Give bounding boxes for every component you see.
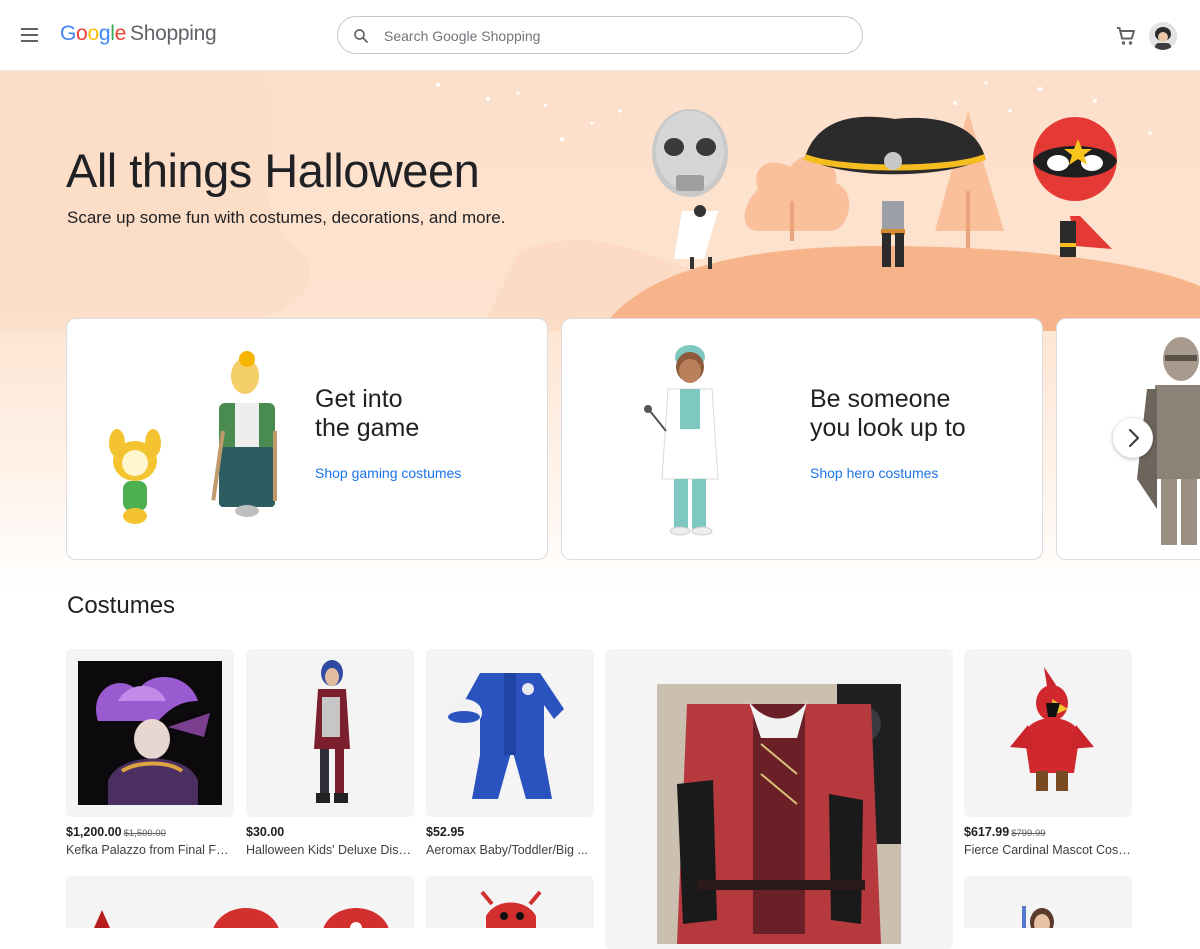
product-title[interactable]: Aeromax Baby/Toddler/Big ... bbox=[426, 843, 594, 857]
product-title[interactable]: Fierce Cardinal Mascot Cost... bbox=[964, 843, 1132, 857]
shop-hero-costumes-link[interactable]: Shop hero costumes bbox=[810, 465, 938, 481]
search-box[interactable] bbox=[337, 16, 863, 54]
chevron-right-icon bbox=[1128, 428, 1140, 448]
search-input[interactable] bbox=[384, 25, 844, 47]
kefka-costume-photo bbox=[78, 661, 222, 805]
product-image[interactable] bbox=[246, 649, 414, 817]
product-image[interactable] bbox=[66, 649, 234, 817]
carousel-next-button[interactable] bbox=[1113, 418, 1153, 458]
gaming-costume-image bbox=[109, 351, 277, 524]
hero-subtitle: Scare up some fun with costumes, decorat… bbox=[67, 208, 506, 227]
product-image[interactable] bbox=[66, 876, 414, 928]
red-creature-photo bbox=[480, 890, 542, 928]
descendants-costume-photo bbox=[314, 660, 350, 803]
account-avatar[interactable] bbox=[1149, 22, 1177, 50]
red-mascot-photo bbox=[94, 908, 389, 928]
product-title[interactable]: Kefka Palazzo from Final Fan... bbox=[66, 843, 234, 857]
category-card-hero[interactable]: Be someone you look up to Shop hero cost… bbox=[561, 318, 1043, 560]
category-card-gaming[interactable]: Get into the game Shop gaming costumes bbox=[66, 318, 548, 560]
product-image-large[interactable] bbox=[605, 649, 953, 949]
dva-costume-photo bbox=[1022, 906, 1054, 928]
red-coat-costume-photo bbox=[657, 684, 901, 944]
category-title: Be someone you look up to bbox=[810, 385, 966, 442]
product-image[interactable] bbox=[426, 649, 594, 817]
product-image[interactable] bbox=[964, 649, 1132, 817]
product-image[interactable] bbox=[964, 876, 1132, 928]
avatar-image bbox=[1149, 22, 1177, 50]
product-price: $30.00 bbox=[246, 825, 285, 839]
google-shopping-logo[interactable]: Google Shopping bbox=[60, 22, 217, 46]
menu-icon[interactable] bbox=[18, 24, 42, 48]
product-image[interactable] bbox=[426, 876, 594, 928]
top-bar: Google Shopping bbox=[0, 0, 1200, 71]
search-icon[interactable] bbox=[352, 27, 370, 45]
hero-costume-image bbox=[644, 345, 719, 536]
product-price: $1,200.00 $1,500.00 bbox=[66, 825, 166, 839]
halloween-illustration bbox=[0, 71, 1200, 331]
shop-gaming-costumes-link[interactable]: Shop gaming costumes bbox=[315, 465, 461, 481]
product-title[interactable]: Halloween Kids' Deluxe Disn... bbox=[246, 843, 414, 857]
product-price: $52.95 bbox=[426, 825, 465, 839]
shopping-cart-icon[interactable] bbox=[1114, 24, 1138, 48]
cardinal-mascot-photo bbox=[1010, 667, 1094, 791]
costumes-section-title: Costumes bbox=[67, 592, 176, 619]
category-title: Get into the game bbox=[315, 385, 420, 442]
hero-title: All things Halloween bbox=[66, 144, 480, 197]
product-price: $617.99 $799.99 bbox=[964, 825, 1046, 839]
astronaut-suit-photo bbox=[446, 673, 564, 799]
